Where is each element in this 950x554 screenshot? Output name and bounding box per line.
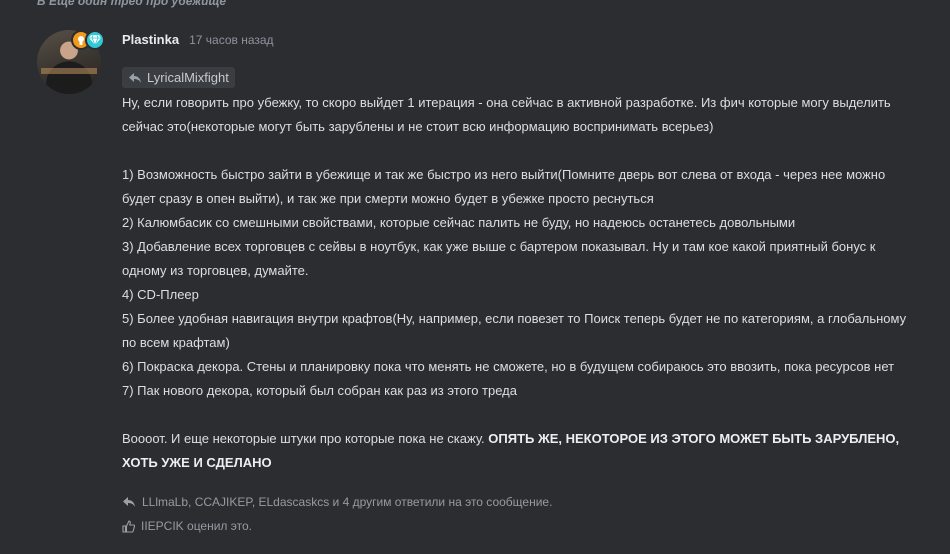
username-link[interactable]: Plastinka [122,32,179,47]
closing-text: Воооот. И еще некоторые штуки про которы… [122,430,485,446]
reply-arrow-icon [123,497,135,507]
reply-to-tag[interactable]: LyricalMixfight [122,67,235,88]
list-item: 6) Покраска декора. Стены и планировку п… [122,358,895,374]
list-item: 3) Добавление всех торговцев с сейвы в н… [122,238,876,278]
thumbs-up-icon [122,519,135,533]
post: Plastinka 17 часов назад LyricalMixfight… [122,32,922,475]
list-item: 4) CD-Плеер [122,286,199,302]
closing-paragraph: Воооот. И еще некоторые штуки про которы… [122,427,922,475]
thread-title[interactable]: В Еще один тред про убежище [37,0,226,8]
list-item: 2) Калюмбасик со смешными свойствами, ко… [122,214,796,230]
avatar-container [37,30,105,94]
post-body: Ну, если говорить про убежку, то скоро в… [122,91,922,475]
intro-paragraph: Ну, если говорить про убежку, то скоро в… [122,94,891,134]
reply-to-username: LyricalMixfight [147,70,229,85]
replies-summary[interactable]: LLlmaLb, CCAJIKEP, ELdascaskcs и 4 други… [122,495,552,509]
likes-text: IIEPCIK оценил это. [141,519,252,533]
replies-text: LLlmaLb, CCAJIKEP, ELdascaskcs и 4 други… [142,495,553,509]
diamond-badge-icon [85,30,105,50]
list-item: 7) Пак нового декора, который был собран… [122,382,517,398]
reply-arrow-icon [129,72,141,83]
list-item: 1) Возможность быстро зайти в убежище и … [122,166,886,206]
likes-summary[interactable]: IIEPCIK оценил это. [122,519,252,533]
list-item: 5) Более удобная навигация внутри крафто… [122,310,907,350]
post-meta: Plastinka 17 часов назад [122,32,922,52]
forum-page: В Еще один тред про убежище Plastinka 17… [0,0,950,554]
post-timestamp[interactable]: 17 часов назад [189,33,273,47]
